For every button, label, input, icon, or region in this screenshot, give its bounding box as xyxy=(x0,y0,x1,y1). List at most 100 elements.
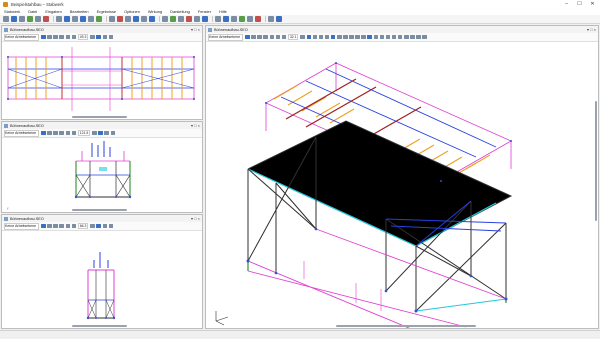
top-view-icon[interactable] xyxy=(385,34,391,40)
settings-icon[interactable] xyxy=(110,130,116,136)
layer-icon[interactable] xyxy=(102,223,108,229)
member-icon[interactable] xyxy=(141,16,147,22)
iso-view-icon[interactable] xyxy=(367,34,372,40)
calc-icon[interactable] xyxy=(268,16,274,22)
zoom-icon[interactable] xyxy=(59,34,64,40)
grid-icon[interactable] xyxy=(90,223,95,229)
undo-icon[interactable] xyxy=(35,16,41,22)
zoom-icon[interactable] xyxy=(59,130,64,136)
measure-icon[interactable] xyxy=(215,16,221,22)
side-view-icon[interactable] xyxy=(379,34,385,40)
pan-icon[interactable] xyxy=(65,130,71,136)
model-3d-canvas[interactable] xyxy=(206,41,598,328)
pin-icon[interactable]: ▾ xyxy=(191,27,193,32)
measure-icon[interactable] xyxy=(324,34,330,40)
node-icon[interactable] xyxy=(133,16,139,22)
save-icon[interactable] xyxy=(19,16,25,22)
zoom-icon[interactable] xyxy=(59,223,64,229)
pane-controls[interactable]: ▾ □ × xyxy=(587,26,596,33)
fit-icon[interactable] xyxy=(275,34,281,40)
workplane-select[interactable]: Keine Arbeitsebene xyxy=(4,33,40,41)
zoom-field[interactable]: 121.5 xyxy=(77,130,91,136)
close-pane-icon[interactable]: × xyxy=(198,123,200,128)
zoom-field[interactable]: 32.1 xyxy=(287,34,299,40)
run-icon[interactable] xyxy=(255,16,261,22)
fit-icon[interactable] xyxy=(71,34,77,40)
vertical-scrollbar[interactable] xyxy=(595,101,597,221)
rotate-icon[interactable] xyxy=(96,16,102,22)
maximize-pane-icon[interactable]: □ xyxy=(590,27,592,32)
pan-icon[interactable] xyxy=(109,16,115,22)
side-canvas[interactable]: y xyxy=(2,137,202,212)
select-icon[interactable] xyxy=(41,34,46,40)
minimize-button[interactable]: – xyxy=(560,0,573,8)
settings-icon[interactable] xyxy=(108,223,114,229)
workplane-select[interactable]: Keine Arbeitsebene xyxy=(4,129,40,137)
paste-icon[interactable] xyxy=(72,16,78,22)
result-icon[interactable] xyxy=(337,34,342,40)
filter-icon[interactable] xyxy=(410,34,415,40)
load-icon[interactable] xyxy=(162,16,168,22)
view-icon[interactable] xyxy=(117,16,123,22)
horizontal-scrollbar[interactable] xyxy=(72,325,127,327)
pin-icon[interactable]: ▾ xyxy=(191,216,193,221)
settings-icon[interactable] xyxy=(318,34,324,40)
layer-icon[interactable] xyxy=(202,16,208,22)
layer-icon[interactable] xyxy=(312,34,318,40)
view-icon[interactable] xyxy=(47,223,52,229)
close-pane-icon[interactable]: × xyxy=(198,27,200,32)
section-icon[interactable] xyxy=(343,34,348,40)
new-icon[interactable] xyxy=(3,16,9,22)
result-icon[interactable] xyxy=(170,16,176,22)
menu-stabwerk[interactable]: Stabwerk xyxy=(0,8,24,15)
settings-icon[interactable] xyxy=(239,16,245,22)
render-icon[interactable] xyxy=(96,34,101,40)
play-icon[interactable] xyxy=(276,16,282,22)
axis-icon[interactable] xyxy=(125,16,131,22)
print-icon[interactable] xyxy=(422,34,427,40)
zoom-field[interactable]: 49.3 xyxy=(77,34,89,40)
support-icon[interactable] xyxy=(149,16,155,22)
view-icon[interactable] xyxy=(47,130,52,136)
layer-icon[interactable] xyxy=(102,34,108,40)
select-icon[interactable] xyxy=(80,16,86,22)
pin-icon[interactable]: ▾ xyxy=(191,123,193,128)
copy-icon[interactable] xyxy=(64,16,70,22)
select-icon[interactable] xyxy=(41,223,46,229)
render-icon[interactable] xyxy=(306,34,312,40)
print-icon[interactable] xyxy=(27,16,33,22)
layer-icon[interactable] xyxy=(104,130,109,136)
cut-icon[interactable] xyxy=(56,16,62,22)
grid-icon[interactable] xyxy=(300,34,305,40)
rotate-icon[interactable] xyxy=(257,34,262,40)
pane-controls[interactable]: ▾ □ × xyxy=(191,215,200,222)
support-icon[interactable] xyxy=(361,34,366,40)
menu-hilfe[interactable]: Hilfe xyxy=(215,8,231,15)
menu-fenster[interactable]: Fenster xyxy=(194,8,215,15)
front-view-icon[interactable] xyxy=(373,34,379,40)
view-icon[interactable] xyxy=(47,34,52,40)
horizontal-scrollbar[interactable] xyxy=(72,209,127,211)
horizontal-scrollbar[interactable] xyxy=(72,116,127,118)
pin-icon[interactable]: ▾ xyxy=(587,27,589,32)
menu-darstellung[interactable]: Darstellung xyxy=(166,8,194,15)
zoom-icon[interactable] xyxy=(263,34,268,40)
rotate-icon[interactable] xyxy=(53,223,58,229)
render-icon[interactable] xyxy=(96,223,101,229)
rotate-icon[interactable] xyxy=(53,34,58,40)
maximize-button[interactable]: ☐ xyxy=(573,0,586,8)
export-icon[interactable] xyxy=(231,16,237,22)
pane-controls[interactable]: ▾ □ × xyxy=(191,26,200,33)
wireframe-icon[interactable] xyxy=(391,34,397,40)
maximize-pane-icon[interactable]: □ xyxy=(194,216,196,221)
horizontal-scrollbar[interactable] xyxy=(336,325,476,327)
select-icon[interactable] xyxy=(41,130,46,136)
section-icon[interactable] xyxy=(178,16,184,22)
view-icon[interactable] xyxy=(251,34,256,40)
settings-icon[interactable] xyxy=(108,34,114,40)
close-pane-icon[interactable]: × xyxy=(594,27,596,32)
menu-optionen[interactable]: Optionen xyxy=(120,8,144,15)
open-icon[interactable] xyxy=(11,16,17,22)
workplane-select[interactable]: Keine Arbeitsebene xyxy=(4,222,40,230)
close-pane-icon[interactable]: × xyxy=(198,216,200,221)
